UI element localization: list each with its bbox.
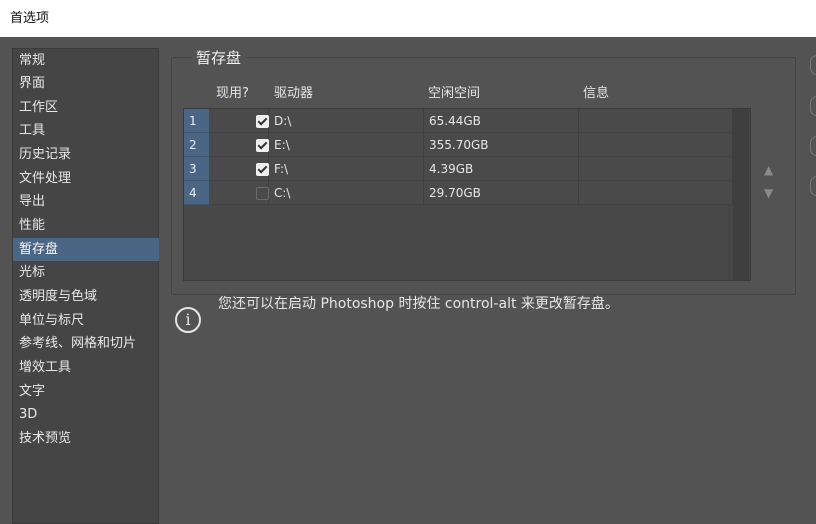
sidebar-item-history[interactable]: 历史记录 — [13, 143, 159, 166]
column-header-active: 现用? — [216, 86, 249, 101]
table-row[interactable]: 1 D:\ 65.44GB — [184, 109, 733, 133]
info-cell — [579, 181, 733, 205]
sidebar-item-units-rulers[interactable]: 单位与标尺 — [13, 309, 159, 332]
row-number: 4 — [184, 181, 209, 205]
active-checkbox[interactable] — [256, 187, 269, 200]
table-row[interactable]: 3 F:\ 4.39GB — [184, 157, 733, 181]
table-scrollbar[interactable] — [733, 109, 749, 280]
column-header-free-space: 空闲空间 — [428, 86, 481, 101]
active-cell — [209, 181, 269, 205]
sidebar-item-export[interactable]: 导出 — [13, 190, 159, 213]
info-cell — [579, 133, 733, 157]
drive-cell: E:\ — [269, 133, 424, 157]
drive-cell: C:\ — [269, 181, 424, 205]
dialog-title: 首选项 — [10, 11, 50, 26]
group-title: 暂存盘 — [192, 47, 246, 68]
cancel-button[interactable] — [810, 96, 816, 116]
info-cell — [579, 157, 733, 181]
sidebar-item-plugins[interactable]: 增效工具 — [13, 356, 159, 379]
row-number: 1 — [184, 109, 209, 133]
row-number: 2 — [184, 133, 209, 157]
move-down-button[interactable]: ▼ — [764, 186, 773, 200]
previous-button[interactable] — [810, 136, 816, 156]
active-checkbox[interactable] — [256, 139, 269, 152]
info-cell — [579, 109, 733, 133]
sidebar-item-guides-grid[interactable]: 参考线、网格和切片 — [13, 332, 159, 355]
active-cell — [209, 133, 269, 157]
column-header-drive: 驱动器 — [274, 86, 314, 101]
sidebar-item-3d[interactable]: 3D — [13, 403, 159, 426]
info-message: 您还可以在启动 Photoshop 时按住 control-alt 来更改暂存盘… — [218, 296, 619, 312]
free-space-cell: 4.39GB — [424, 157, 579, 181]
ok-button[interactable] — [810, 55, 816, 75]
sidebar-item-tech-preview[interactable]: 技术预览 — [13, 427, 159, 450]
sidebar-item-performance[interactable]: 性能 — [13, 214, 159, 237]
table-row[interactable]: 2 E:\ 355.70GB — [184, 133, 733, 157]
sidebar-item-interface[interactable]: 界面 — [13, 72, 159, 95]
sidebar-item-cursors[interactable]: 光标 — [13, 261, 159, 284]
column-header-info: 信息 — [583, 86, 610, 101]
info-icon: i — [175, 307, 201, 333]
sidebar-item-general[interactable]: 常规 — [13, 49, 159, 72]
active-checkbox[interactable] — [256, 115, 269, 128]
table-row[interactable]: 4 C:\ 29.70GB — [184, 181, 733, 205]
sidebar-item-file-handling[interactable]: 文件处理 — [13, 167, 159, 190]
active-cell — [209, 109, 269, 133]
sidebar-item-transparency[interactable]: 透明度与色域 — [13, 285, 159, 308]
sidebar-item-scratch-disks[interactable]: 暂存盘 — [13, 238, 159, 261]
sidebar-item-workspace[interactable]: 工作区 — [13, 96, 159, 119]
move-up-button[interactable]: ▲ — [764, 163, 773, 177]
sidebar-item-type[interactable]: 文字 — [13, 380, 159, 403]
drive-cell: D:\ — [269, 109, 424, 133]
dialog-title-bar: 首选项 — [0, 0, 816, 37]
free-space-cell: 65.44GB — [424, 109, 579, 133]
next-button[interactable] — [810, 176, 816, 196]
active-checkbox[interactable] — [256, 163, 269, 176]
scratch-disk-table: 1 D:\ 65.44GB 2 E:\ 355.70GB 3 F:\ 4.39G… — [183, 108, 751, 281]
free-space-cell: 29.70GB — [424, 181, 579, 205]
active-cell — [209, 157, 269, 181]
preferences-sidebar: 常规 界面 工作区 工具 历史记录 文件处理 导出 性能 暂存盘 光标 透明度与… — [12, 48, 159, 524]
sidebar-item-tools[interactable]: 工具 — [13, 119, 159, 142]
drive-cell: F:\ — [269, 157, 424, 181]
free-space-cell: 355.70GB — [424, 133, 579, 157]
row-number: 3 — [184, 157, 209, 181]
